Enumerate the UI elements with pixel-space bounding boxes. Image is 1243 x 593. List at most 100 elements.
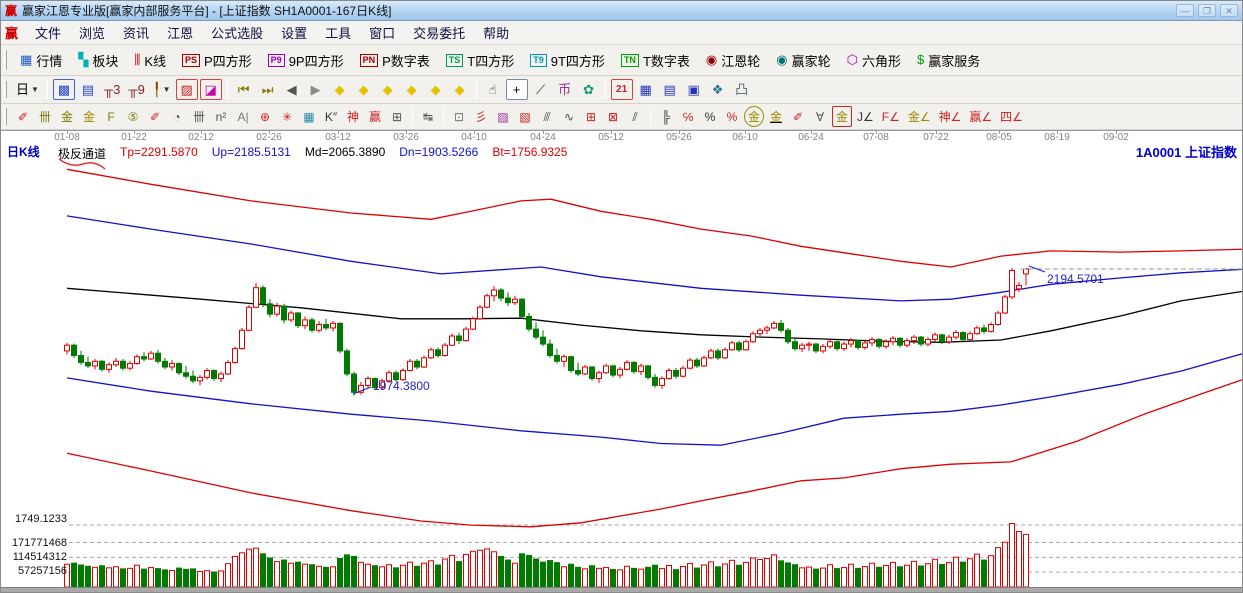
- sectors-button[interactable]: ▚板块: [70, 48, 126, 73]
- star-web-tool[interactable]: ✳: [277, 106, 297, 127]
- info-list-button[interactable]: ▤: [77, 79, 99, 100]
- fan-box-red-tool[interactable]: ▧: [515, 106, 535, 127]
- t-number-table-button[interactable]: TNT数字表: [613, 48, 698, 73]
- parallel-tool[interactable]: ⫽: [625, 106, 645, 127]
- p-square-button[interactable]: PSP四方形: [174, 48, 260, 73]
- cycle-9-button[interactable]: ╥9: [125, 79, 147, 100]
- window-pattern-button[interactable]: ▩: [53, 79, 75, 100]
- gold-grid-2-tool[interactable]: 金: [79, 106, 99, 127]
- restore-button[interactable]: ❐: [1198, 4, 1216, 17]
- level-list-tool[interactable]: ╠: [656, 106, 676, 127]
- f-grid-tool[interactable]: F: [101, 106, 121, 127]
- calendar-button[interactable]: 21: [611, 79, 633, 100]
- j-angle-tool[interactable]: J∠: [854, 106, 877, 127]
- gold-circle-tool[interactable]: 金: [744, 106, 764, 127]
- web-grid-tool[interactable]: ▦: [299, 106, 319, 127]
- v-channel-tool[interactable]: ∀: [810, 106, 830, 127]
- menu-item-4[interactable]: 公式选股: [202, 21, 272, 44]
- prev-bar-button[interactable]: ◀: [281, 79, 303, 100]
- menu-item-8[interactable]: 交易委托: [404, 21, 474, 44]
- close-button[interactable]: ✕: [1220, 4, 1238, 17]
- navigate-button[interactable]: ◆: [449, 79, 471, 100]
- f-angle-tool[interactable]: F∠: [879, 106, 903, 127]
- percent-angle-tool[interactable]: ℅: [678, 106, 698, 127]
- menu-item-3[interactable]: 江恩: [158, 21, 202, 44]
- shen-grid-tool[interactable]: 神: [343, 106, 363, 127]
- clock-cycle-tool[interactable]: ◔: [167, 106, 187, 127]
- square-frame-tool[interactable]: ⊡: [449, 106, 469, 127]
- gold-grid-tool[interactable]: 金: [57, 106, 77, 127]
- fan-box-purple-tool[interactable]: ▨: [493, 106, 513, 127]
- menu-item-7[interactable]: 窗口: [360, 21, 404, 44]
- percent-line-tool[interactable]: %: [722, 106, 742, 127]
- menu-item-2[interactable]: 资讯: [114, 21, 158, 44]
- grid-red-2-tool[interactable]: ⊠: [603, 106, 623, 127]
- win-angle-tool[interactable]: 赢∠: [966, 106, 995, 127]
- brush-tool[interactable]: ✐: [13, 106, 33, 127]
- n-square-tool[interactable]: n²: [211, 106, 231, 127]
- volume-profile-button[interactable]: ◪: [200, 79, 222, 100]
- ruler-grid-tool[interactable]: ⊞: [387, 106, 407, 127]
- gold-box-tool[interactable]: 金: [832, 106, 852, 127]
- angle-mirror-tool[interactable]: A|: [233, 106, 253, 127]
- gann-wheel-button[interactable]: ◉江恩轮: [698, 48, 768, 73]
- hexagon-button[interactable]: ⬡六角形: [839, 48, 909, 73]
- red-brush-tool[interactable]: ✐: [145, 106, 165, 127]
- spiral-5-tool[interactable]: ⑤: [123, 106, 143, 127]
- grid-tool[interactable]: 卌: [189, 106, 209, 127]
- menu-item-1[interactable]: 浏览: [70, 21, 114, 44]
- notepad-button[interactable]: ▤: [659, 79, 681, 100]
- grid-red-tool[interactable]: ⊞: [581, 106, 601, 127]
- chart-area[interactable]: 日K线 1A0001 上证指数 极反通道 Tp=2291.5870Up=2185…: [1, 142, 1242, 587]
- cycle-3-button[interactable]: ╥3: [101, 79, 123, 100]
- print-button[interactable]: 凸: [731, 79, 753, 100]
- nine-p-square-button[interactable]: P99P四方形: [260, 48, 352, 73]
- menu-item-5[interactable]: 设置: [272, 21, 316, 44]
- four-angle-tool[interactable]: 四∠: [997, 106, 1026, 127]
- kline-period-button[interactable]: 日▼: [13, 79, 42, 100]
- quotes-button[interactable]: ▦行情: [12, 48, 70, 73]
- kline-chart-canvas[interactable]: [1, 142, 1243, 587]
- chip-tool-button[interactable]: 币: [554, 79, 576, 100]
- menu-item-9[interactable]: 帮助: [474, 21, 518, 44]
- win-grid-tool[interactable]: 赢: [365, 106, 385, 127]
- green-tool-button[interactable]: ✿: [578, 79, 600, 100]
- kline-button[interactable]: ⫼K线: [126, 48, 174, 73]
- circle-cross-tool[interactable]: ⊕: [255, 106, 275, 127]
- ray-fan-tool[interactable]: 彡: [471, 106, 491, 127]
- export-web-button[interactable]: ❖: [707, 79, 729, 100]
- menu-item-0[interactable]: 文件: [26, 21, 70, 44]
- pattern-red-button[interactable]: ▨: [176, 79, 198, 100]
- compress-h-button[interactable]: ◆: [401, 79, 423, 100]
- crosshair-button[interactable]: +: [506, 79, 528, 100]
- percent-tool[interactable]: %: [700, 106, 720, 127]
- first-page-button[interactable]: ⏮: [233, 79, 255, 100]
- shift-right-button[interactable]: ◆: [353, 79, 375, 100]
- p-number-table-button[interactable]: PNP数字表: [352, 48, 438, 73]
- ink-tool[interactable]: ✐: [788, 106, 808, 127]
- nine-t-square-button[interactable]: T99T四方形: [522, 48, 613, 73]
- trendline-button[interactable]: ⟋: [530, 79, 552, 100]
- shen-angle-tool[interactable]: 神∠: [936, 106, 965, 127]
- last-page-button[interactable]: ⏭: [257, 79, 279, 100]
- gold-angle-tool[interactable]: 金∠: [905, 106, 934, 127]
- calculator-button[interactable]: ▦: [635, 79, 657, 100]
- winner-wheel-button[interactable]: ◉赢家轮: [768, 48, 838, 73]
- h-measure-tool[interactable]: ↹: [418, 106, 438, 127]
- pan-hand-button[interactable]: ☝: [482, 79, 504, 100]
- save-button[interactable]: ▣: [683, 79, 705, 100]
- next-bar-button[interactable]: ▶: [305, 79, 327, 100]
- zigzag-tool[interactable]: ∿: [559, 106, 579, 127]
- menu-item-6[interactable]: 工具: [316, 21, 360, 44]
- time-grid-tool[interactable]: 卌: [35, 106, 55, 127]
- shift-left-button[interactable]: ◆: [329, 79, 351, 100]
- rays-tool[interactable]: ⫻: [537, 106, 557, 127]
- t-square-button[interactable]: TST四方形: [438, 48, 522, 73]
- thin-candle-button[interactable]: ╿▼: [150, 79, 174, 100]
- expand-h-button[interactable]: ◆: [377, 79, 399, 100]
- minimize-button[interactable]: —: [1176, 4, 1194, 17]
- gold-line-tool[interactable]: 金: [766, 106, 786, 127]
- winner-service-button[interactable]: $赢家服务: [909, 48, 988, 73]
- fit-all-button[interactable]: ◆: [425, 79, 447, 100]
- k-quote-tool[interactable]: K″: [321, 106, 341, 127]
